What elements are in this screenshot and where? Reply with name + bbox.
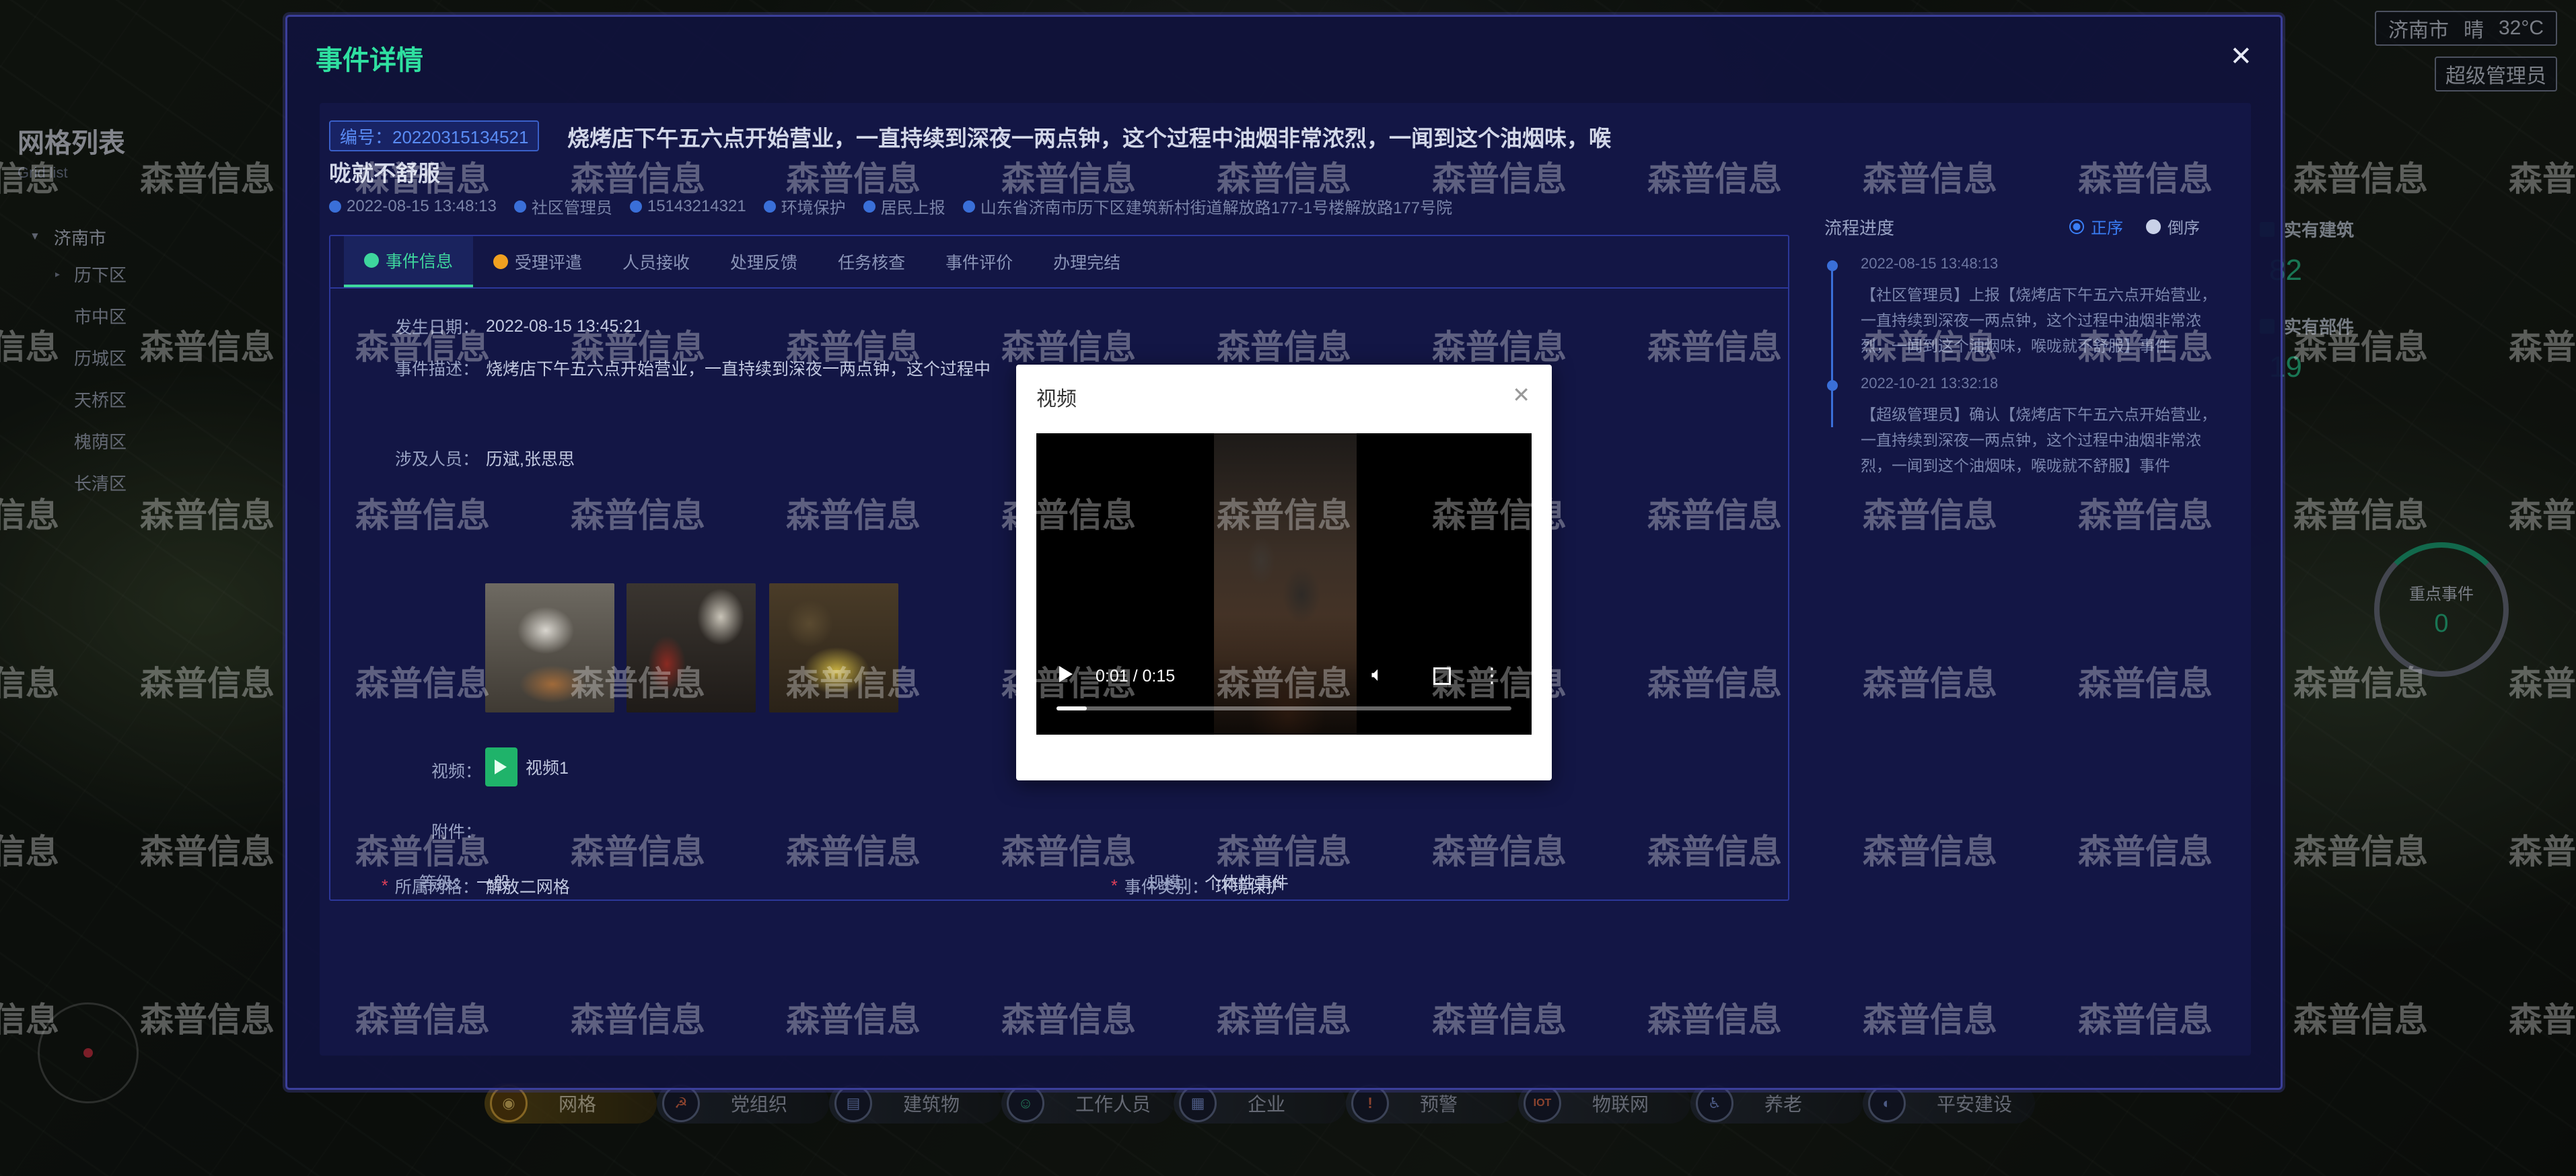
tab-staff-receive[interactable]: 人员接收 <box>602 236 710 287</box>
event-photo-2[interactable] <box>627 583 756 712</box>
order-desc-radio[interactable]: 倒序 <box>2146 215 2200 238</box>
video-progress-bar[interactable] <box>1057 706 1511 710</box>
tab-feedback[interactable]: 处理反馈 <box>710 236 818 287</box>
more-options-icon[interactable]: ⋮ <box>1482 664 1502 688</box>
event-meta-row: 2022-08-15 13:48:13 社区管理员 15143214321 环境… <box>329 194 1742 218</box>
video-file-name: 视频1 <box>526 759 569 778</box>
video-file-icon <box>485 747 517 786</box>
event-title: 烧烤店下午五六点开始营业，一直持续到深夜一两点钟，这个过程中油烟非常浓烈，一闻到… <box>567 126 1611 151</box>
process-timeline: 2022-08-15 13:48:13 【社区管理员】上报【烧烤店下午五六点开始… <box>1827 255 2231 494</box>
video-file-link[interactable]: 视频1 <box>485 747 569 786</box>
location-icon <box>962 200 975 213</box>
dialog-title: 事件详情 <box>316 46 423 75</box>
field-description: 事件描述： 烧烤店下午五六点开始营业，一直持续到深夜一两点钟，这个过程中 <box>395 360 991 379</box>
tab-evaluation[interactable]: 事件评价 <box>925 236 1033 287</box>
field-attachment: 附件： <box>431 823 482 842</box>
clock-icon <box>329 200 341 213</box>
play-icon[interactable] <box>1059 666 1073 682</box>
video-modal: 视频 ✕ 0:01 / 0:15 🔈︎ ⋮ <box>1016 365 1552 780</box>
field-scale: 规模： 个体性事件 <box>1147 874 1289 893</box>
field-people: 涉及人员： 历斌,张思思 <box>395 450 575 469</box>
video-modal-title: 视频 <box>1036 388 1077 410</box>
event-photo-1[interactable] <box>485 583 614 712</box>
video-player[interactable]: 0:01 / 0:15 🔈︎ ⋮ <box>1036 433 1532 735</box>
meta-source: 居民上报 <box>863 194 945 218</box>
order-radio-group: 正序 倒序 <box>2069 215 2200 238</box>
video-progress-fill <box>1057 706 1087 710</box>
warning-circle-icon <box>493 254 509 269</box>
timeline-item: 2022-08-15 13:48:13 【社区管理员】上报【烧烤店下午五六点开始… <box>1827 255 2231 359</box>
detail-tabs: 事件信息 受理评遣 人员接收 处理反馈 任务核查 事件评价 办理完结 <box>330 236 1788 289</box>
meta-reporter: 社区管理员 <box>513 194 612 218</box>
phone-icon <box>629 200 642 213</box>
meta-category: 环境保护 <box>763 194 846 218</box>
check-circle-icon <box>364 253 379 268</box>
dialog-close-icon[interactable]: ✕ <box>2229 41 2252 72</box>
volume-icon[interactable]: 🔈︎ <box>1371 663 1384 686</box>
meta-phone: 15143214321 <box>629 194 746 218</box>
tab-task-check[interactable]: 任务核查 <box>818 236 925 287</box>
video-controls: 0:01 / 0:15 🔈︎ ⋮ <box>1036 614 1532 735</box>
event-photo-3[interactable] <box>769 583 898 712</box>
user-icon <box>513 200 526 213</box>
source-icon <box>863 200 875 213</box>
event-title-continued: 咙就不舒服 <box>329 161 440 186</box>
meta-address: 山东省济南市历下区建筑新村街道解放路177-1号楼解放路177号院 <box>962 194 1452 218</box>
fullscreen-icon[interactable] <box>1433 667 1451 685</box>
tag-icon <box>763 200 776 213</box>
video-time: 0:01 / 0:15 <box>1096 667 1176 686</box>
tab-accept-dispatch[interactable]: 受理评遣 <box>473 236 602 287</box>
order-asc-radio[interactable]: 正序 <box>2069 215 2123 238</box>
event-id-badge: 编号：20220315134521 <box>329 120 540 151</box>
tab-complete[interactable]: 办理完结 <box>1033 236 1141 287</box>
tab-event-info[interactable]: 事件信息 <box>344 236 474 287</box>
field-occur-date: 发生日期： 2022-08-15 13:45:21 <box>395 316 643 338</box>
field-video-label: 视频： <box>431 762 482 781</box>
meta-time: 2022-08-15 13:48:13 <box>329 194 497 218</box>
timeline-item: 2022-10-21 13:32:18 【超级管理员】确认【烧烤店下午五六点开始… <box>1827 375 2231 478</box>
video-modal-close-icon[interactable]: ✕ <box>1512 382 1530 408</box>
field-level: 等级： 一般 <box>419 874 511 893</box>
process-title: 流程进度 <box>1824 218 1895 238</box>
